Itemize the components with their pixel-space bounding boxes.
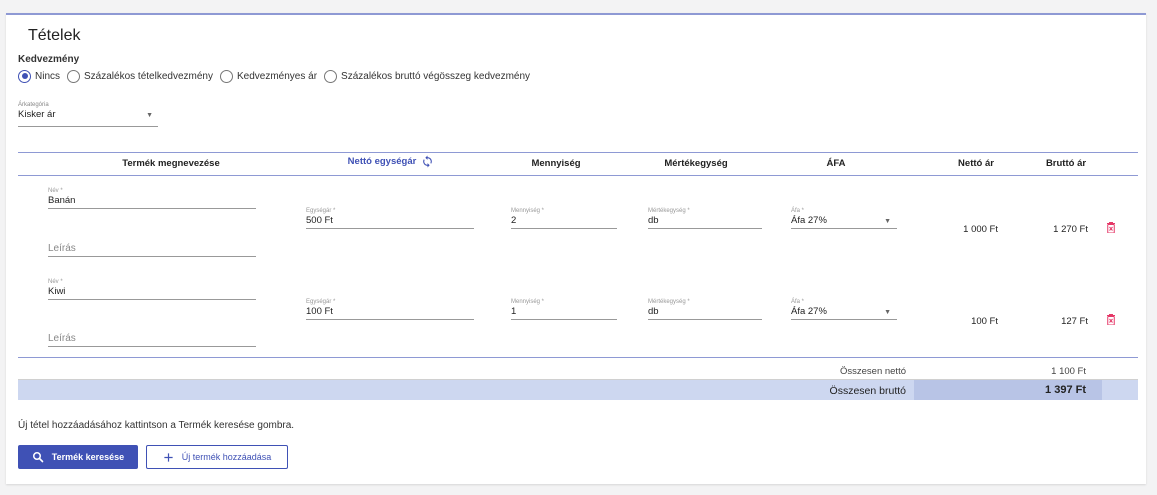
- radio-none-control[interactable]: [18, 69, 31, 83]
- radio-none[interactable]: Nincs: [18, 69, 61, 83]
- section-title: Tételek: [28, 27, 81, 44]
- chevron-down-icon: ▼: [884, 218, 891, 225]
- chevron-down-icon: ▼: [884, 309, 891, 316]
- unit-price-input[interactable]: 500 Ft: [306, 214, 474, 229]
- total-net-label: Összesen nettó: [839, 366, 906, 377]
- table-header-bottom-border: [18, 175, 1138, 176]
- radio-discount-price[interactable]: Kedvezményes ár: [219, 69, 318, 83]
- add-new-product-button-label: Új termék hozzáadása: [181, 452, 272, 462]
- vat-field: Áfa * Áfa 27% ▼: [791, 299, 897, 320]
- search-product-button-label: Termék keresése: [51, 452, 125, 462]
- net-price-cell: 1 000 Ft: [963, 224, 998, 235]
- quantity-input[interactable]: 2: [511, 214, 617, 229]
- radio-percent-total-control[interactable]: [324, 69, 338, 83]
- header-product-name: Termék megnevezése: [122, 158, 220, 169]
- net-price-cell: 100 Ft: [971, 316, 998, 327]
- vat-field: Áfa * Áfa 27% ▼: [791, 208, 897, 229]
- table-row: Név * Kiwi: [48, 279, 256, 300]
- price-category-value: Kisker ár: [18, 109, 56, 120]
- radio-percent-total-label: Százalékos bruttó végösszeg kedvezmény: [341, 70, 531, 82]
- name-input[interactable]: Kiwi: [48, 285, 256, 300]
- table-rows-bottom-border: [18, 357, 1138, 358]
- trash-icon[interactable]: [1107, 314, 1115, 325]
- total-net-value: 1 100 Ft: [1051, 366, 1086, 377]
- gross-price-cell: 127 Ft: [1061, 316, 1088, 327]
- items-card: Tételek Kedvezmény Nincs Százalékos téte…: [6, 13, 1146, 484]
- vat-select-value: Áfa 27%: [791, 306, 827, 317]
- unit-field: Mértékegység * db: [648, 299, 762, 320]
- search-product-button[interactable]: Termék keresése: [18, 445, 138, 469]
- radio-none-label: Nincs: [35, 70, 61, 82]
- description-field: Leírás: [48, 242, 256, 257]
- unit-price-field: Egységár * 500 Ft: [306, 208, 474, 229]
- header-vat: ÁFA: [826, 158, 846, 169]
- vat-select[interactable]: Áfa 27% ▼: [791, 305, 897, 320]
- radio-percent-item[interactable]: Százalékos tételkedvezmény: [67, 69, 213, 83]
- search-icon: [32, 452, 44, 463]
- table-row: Név * Banán: [48, 188, 256, 209]
- unit-price-input[interactable]: 100 Ft: [306, 305, 474, 320]
- unit-field: Mértékegység * db: [648, 208, 762, 229]
- radio-percent-item-label: Százalékos tételkedvezmény: [84, 70, 213, 82]
- table-header-top-border: [18, 152, 1138, 153]
- sync-icon[interactable]: [421, 155, 434, 168]
- unit-price-field: Egységár * 100 Ft: [306, 299, 474, 320]
- total-gross-value: 1 397 Ft: [1045, 384, 1086, 396]
- header-unit-price: Nettó egységár: [296, 155, 486, 168]
- add-new-product-button[interactable]: Új termék hozzáadása: [146, 445, 288, 469]
- description-input[interactable]: Leírás: [48, 242, 256, 257]
- header-net-price: Nettó ár: [958, 158, 994, 169]
- description-input[interactable]: Leírás: [48, 332, 256, 347]
- description-field: Leírás: [48, 332, 256, 347]
- trash-icon[interactable]: [1107, 222, 1115, 233]
- radio-percent-item-control[interactable]: [67, 69, 81, 83]
- unit-input[interactable]: db: [648, 214, 762, 229]
- header-unit-price-label: Nettó egységár: [347, 156, 417, 167]
- add-item-hint: Új tétel hozzáadásához kattintson a Term…: [18, 420, 295, 431]
- total-gross-bar: [18, 380, 1138, 400]
- radio-discount-price-control[interactable]: [219, 69, 233, 83]
- radio-discount-price-label: Kedvezményes ár: [236, 70, 318, 82]
- quantity-field: Mennyiség * 2: [511, 208, 617, 229]
- total-gross-label: Összesen bruttó: [829, 385, 906, 397]
- name-input[interactable]: Banán: [48, 194, 256, 209]
- gross-price-cell: 1 270 Ft: [1053, 224, 1088, 235]
- quantity-input[interactable]: 1: [511, 305, 617, 320]
- discount-label: Kedvezmény: [18, 54, 80, 65]
- price-category-select[interactable]: Kisker ár ▼: [18, 109, 158, 127]
- header-quantity: Mennyiség: [531, 158, 581, 169]
- header-gross-price: Bruttó ár: [1045, 158, 1087, 169]
- vat-select-value: Áfa 27%: [791, 215, 827, 226]
- chevron-down-icon: ▼: [146, 112, 153, 119]
- price-category-label: Árkategória: [18, 102, 49, 108]
- quantity-field: Mennyiség * 1: [511, 299, 617, 320]
- discount-radio-group: Nincs Százalékos tételkedvezmény Kedvezm…: [18, 68, 537, 84]
- header-unit: Mértékegység: [664, 158, 728, 169]
- radio-percent-total[interactable]: Százalékos bruttó végösszeg kedvezmény: [324, 69, 531, 83]
- plus-icon: [164, 452, 173, 462]
- vat-select[interactable]: Áfa 27% ▼: [791, 214, 897, 229]
- unit-input[interactable]: db: [648, 305, 762, 320]
